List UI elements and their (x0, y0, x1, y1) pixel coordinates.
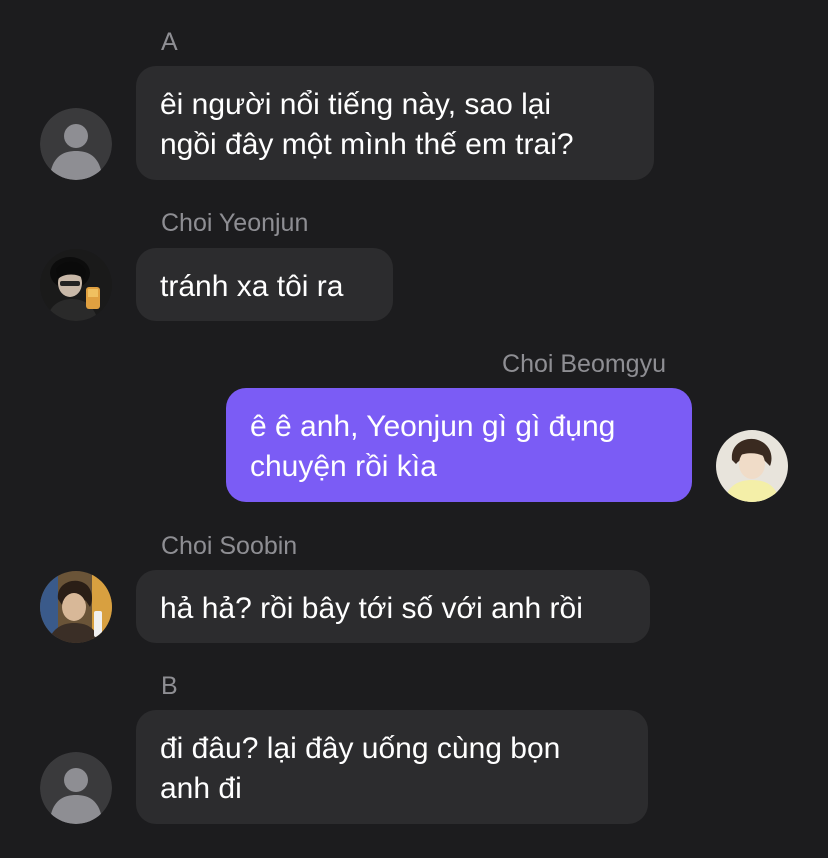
message-bubble[interactable]: đi đâu? lại đây uống cùng bọn anh đi (136, 710, 648, 824)
sender-name: Choi Yeonjun (161, 209, 309, 237)
message-bubble[interactable]: êi người nổi tiếng này, sao lại ngồi đây… (136, 66, 654, 180)
message-text: anh đi (160, 772, 242, 805)
message-bubble[interactable]: tránh xa tôi ra (136, 248, 393, 321)
sender-name: Choi Soobin (161, 532, 298, 560)
photo-avatar[interactable] (716, 430, 788, 502)
message-text: ê ê anh, Yeonjun gì gì đụng (250, 410, 616, 443)
default-person-icon[interactable] (40, 752, 112, 824)
message-text: đi đâu? lại đây uống cùng bọn (160, 732, 561, 765)
message-bubble[interactable]: hả hả? rồi bây tới số với anh rồi (136, 570, 650, 643)
message-text: hả hả? rồi bây tới số với anh rồi (160, 592, 583, 625)
message-bubble[interactable]: ê ê anh, Yeonjun gì gì đụng chuyện rồi k… (226, 388, 692, 502)
photo-avatar[interactable] (40, 571, 112, 643)
message-text: êi người nổi tiếng này, sao lại (160, 88, 552, 121)
photo-avatar[interactable] (40, 249, 112, 321)
default-person-icon[interactable] (40, 108, 112, 180)
message-text: ngồi đây một mình thế em trai? (160, 128, 574, 161)
chat-thread: A êi người nổi tiếng này, sao lại ngồi đ… (0, 0, 828, 858)
sender-name: A (161, 28, 178, 56)
message-text: chuyện rồi kìa (250, 450, 437, 483)
sender-name: Choi Beomgyu (502, 350, 666, 378)
sender-name: B (161, 672, 178, 700)
message-text: tránh xa tôi ra (160, 270, 344, 303)
